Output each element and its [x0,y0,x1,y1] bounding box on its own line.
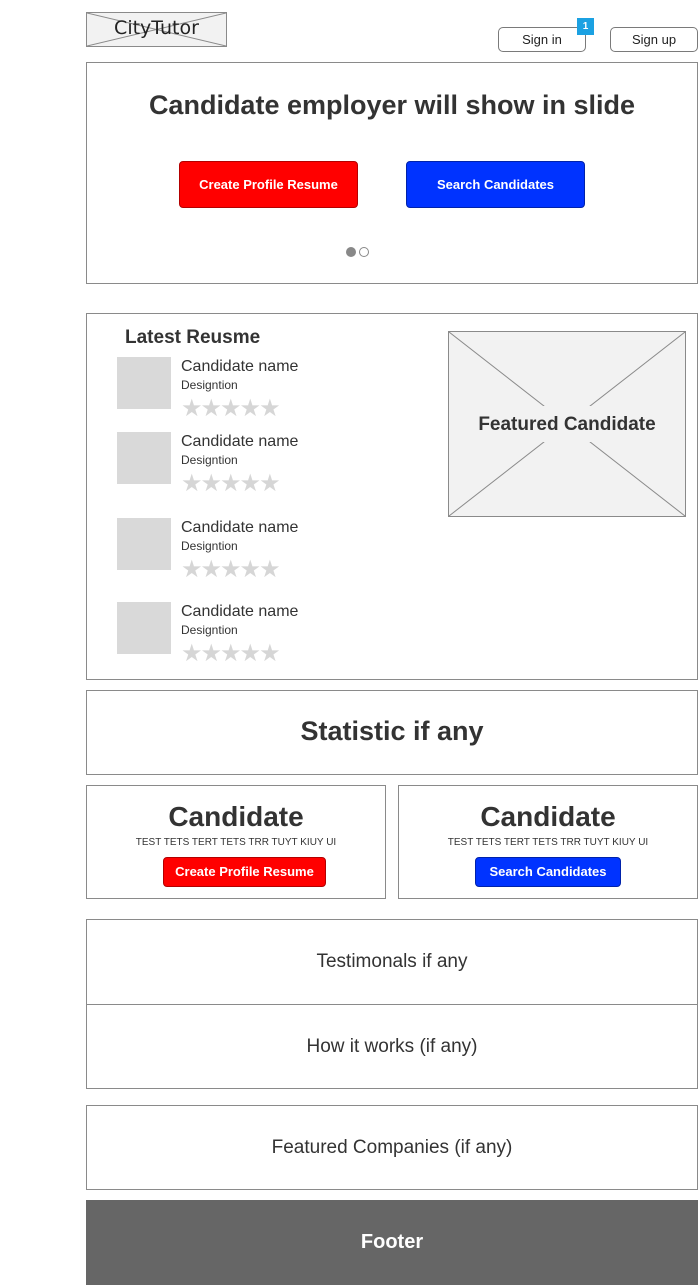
candidate-name[interactable]: Candidate name [181,433,298,451]
candidate-avatar[interactable] [117,432,171,484]
candidate-avatar[interactable] [117,602,171,654]
testimonials-title: Testimonals if any [316,951,468,972]
featured-companies-title: Featured Companies (if any) [271,1137,513,1158]
candidate-avatar[interactable] [117,518,171,570]
rating-stars-icon: ★★★★★ [181,395,281,422]
create-profile-resume-button[interactable]: Create Profile Resume [163,857,326,887]
cta-title: Candidate [480,801,616,832]
candidate-designation: Designtion [181,539,238,553]
rating-stars-icon: ★★★★★ [181,470,281,497]
notification-badge: 1 [577,18,594,35]
create-profile-resume-button[interactable]: Create Profile Resume [179,161,358,208]
latest-resume-title: Latest Reusme [125,327,261,348]
candidate-designation: Designtion [181,378,238,392]
logo-text: CityTutor [114,17,199,39]
rating-stars-icon: ★★★★★ [181,640,281,667]
candidate-name[interactable]: Candidate name [181,603,298,621]
sign-up-button[interactable]: Sign up [610,27,698,52]
site-logo[interactable]: CityTutor [86,12,227,47]
statistic-title: Statistic if any [300,716,484,746]
how-it-works-title: How it works (if any) [306,1036,478,1057]
featured-candidate-image[interactable]: Featured Candidate [448,331,686,517]
sign-in-button[interactable]: Sign in [498,27,586,52]
candidate-name[interactable]: Candidate name [181,519,298,537]
candidate-avatar[interactable] [117,357,171,409]
cta-subtitle: TEST TETS TERT TETS TRR TUYT KIUY UI [447,837,649,848]
cta-title: Candidate [168,801,304,832]
hero-title: Candidate employer will show in slide [148,90,636,120]
candidate-name[interactable]: Candidate name [181,358,298,376]
featured-candidate-label: Featured Candidate [478,414,656,435]
rating-stars-icon: ★★★★★ [181,556,281,583]
search-candidates-button[interactable]: Search Candidates [475,857,621,887]
footer-label: Footer [360,1231,424,1253]
slide-dot[interactable] [359,247,369,257]
slide-dot-active[interactable] [346,247,356,257]
candidate-designation: Designtion [181,623,238,637]
candidate-designation: Designtion [181,453,238,467]
search-candidates-button[interactable]: Search Candidates [406,161,585,208]
cta-subtitle: TEST TETS TERT TETS TRR TUYT KIUY UI [135,837,337,848]
